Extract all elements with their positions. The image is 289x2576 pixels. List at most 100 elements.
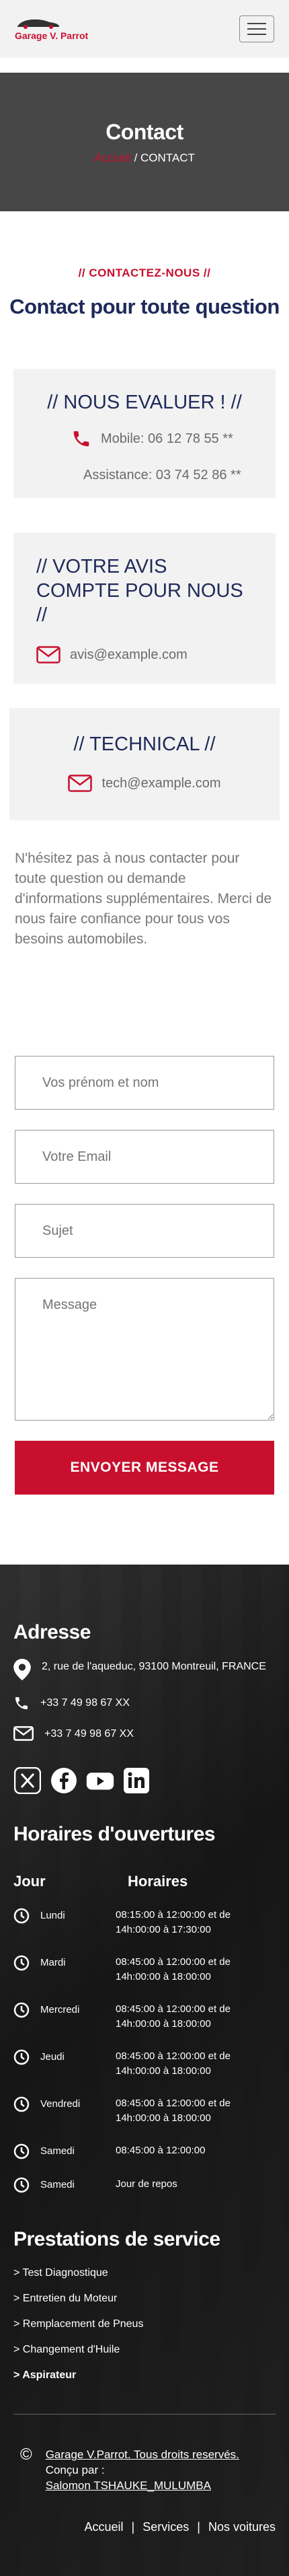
clock-icon: [13, 1908, 30, 1924]
site-logo[interactable]: Garage V. Parrot: [15, 17, 88, 41]
hours-row: Mardi 08:45:00 à 12:00:00 et de 14h:00:00…: [13, 1955, 276, 1984]
message-textarea[interactable]: [15, 1278, 274, 1421]
footer-link-nos-voitures[interactable]: Nos voitures: [208, 2520, 276, 2534]
hours-day-cell: Mardi: [13, 1955, 116, 1971]
hours-col-day: Jour: [13, 1873, 46, 1890]
youtube-icon[interactable]: [86, 1766, 114, 1795]
hours-row: Mercredi 08:45:00 à 12:00:00 et de 14h:00…: [13, 2002, 276, 2032]
service-item[interactable]: > Test Diagnostique: [13, 2267, 276, 2279]
hours-row: Lundi 08:15:00 à 12:00:00 et de 14h:00:00…: [13, 1908, 276, 1937]
phone-row: +33 7 49 98 67 XX: [13, 1695, 276, 1711]
address-text: 2, rue de l'aqueduc, 93100 Montreuil, FR…: [42, 1661, 266, 1672]
feedback-card: // VOTRE AVIS COMPTE POUR NOUS // avis@e…: [13, 533, 276, 684]
technical-email-link[interactable]: tech@example.com: [101, 776, 220, 791]
clock-icon: [13, 2049, 30, 2065]
send-message-button[interactable]: ENVOYER MESSAGE: [15, 1441, 274, 1495]
service-item[interactable]: > Remplacement de Pneus: [13, 2318, 276, 2330]
linkedin-icon[interactable]: [122, 1766, 151, 1795]
hours-day-cell: Samedi: [13, 2177, 116, 2193]
feedback-email-link[interactable]: avis@example.com: [70, 647, 188, 663]
hours-table-header: Jour Horaires: [13, 1873, 276, 1890]
designer-link[interactable]: Salomon TSHAUKE_MULUMBA: [46, 2479, 211, 2492]
page-banner: Contact Accueil / CONTACT: [0, 73, 289, 211]
clock-icon: [13, 2177, 30, 2193]
service-item[interactable]: > Aspirateur: [13, 2369, 276, 2382]
name-input[interactable]: [15, 1056, 274, 1110]
hours-row: Samedi 08:45:00 à 12:00:00: [13, 2143, 276, 2159]
clock-icon: [13, 1955, 30, 1971]
technical-email-row: tech@example.com: [23, 775, 266, 792]
hours-day-cell: Jeudi: [13, 2049, 116, 2065]
hours-time: 08:45:00 à 12:00:00 et de 14h:00:00 à 18…: [116, 2098, 231, 2124]
footer-link-accueil[interactable]: Accueil: [85, 2520, 124, 2534]
service-item[interactable]: > Changement d'Huile: [13, 2344, 276, 2356]
social-links: [13, 1766, 276, 1795]
assistance-row: Assistance: 03 74 52 86 **: [27, 468, 262, 483]
envelope-icon: [68, 775, 93, 792]
hours-row: Jeudi 08:45:00 à 12:00:00 et de 14h:00:00…: [13, 2049, 276, 2079]
assistance-number: Assistance: 03 74 52 86 **: [83, 468, 241, 482]
envelope-icon: [13, 1726, 34, 1741]
hours-time: Jour de repos: [116, 2178, 177, 2190]
car-logo-icon: [17, 19, 59, 29]
breadcrumb-home-link[interactable]: Accueil: [94, 151, 131, 164]
contact-heading: // CONTACTEZ-NOUS // Contact pour toute …: [0, 211, 289, 319]
hours-day: Jeudi: [40, 2051, 65, 2063]
address-row: 2, rue de l'aqueduc, 93100 Montreuil, FR…: [13, 1659, 276, 1680]
hours-day: Mercredi: [40, 2004, 80, 2015]
facebook-icon[interactable]: [50, 1766, 78, 1795]
hours-row: Samedi Jour de repos: [13, 2177, 276, 2193]
clock-icon: [13, 2096, 30, 2112]
hours-time: 08:15:00 à 12:00:00 et de 14h:00:00 à 17…: [116, 1909, 231, 1935]
top-navbar: Garage V. Parrot: [0, 0, 289, 58]
subject-input[interactable]: [15, 1204, 274, 1258]
hours-day: Samedi: [40, 2179, 75, 2190]
hours-day: Lundi: [40, 1910, 65, 1921]
phone-text: +33 7 49 98 67 XX: [40, 1697, 130, 1709]
hours-day-cell: Lundi: [13, 1908, 116, 1924]
mobile-number: Mobile: 06 12 78 55 **: [101, 431, 233, 446]
section-kicker: // CONTACTEZ-NOUS //: [78, 266, 211, 279]
footer-nav: Accueil | Services | Nos voitures: [13, 2520, 276, 2576]
services-list: > Test Diagnostique > Entretien du Moteur…: [13, 2267, 276, 2382]
feedback-card-title: // VOTRE AVIS COMPTE POUR NOUS //: [36, 556, 243, 626]
site-footer: Adresse 2, rue de l'aqueduc, 93100 Montr…: [0, 1565, 289, 2576]
service-item[interactable]: > Entretien du Moteur: [13, 2293, 276, 2305]
email-input[interactable]: [15, 1130, 274, 1184]
evaluate-card-title: // NOUS EVALUER ! //: [47, 392, 242, 413]
hours-day-cell: Mercredi: [13, 2002, 116, 2018]
clock-icon: [13, 2002, 30, 2018]
menu-toggle-button[interactable]: [239, 15, 274, 42]
hours-day-cell: Samedi: [13, 2143, 116, 2159]
contact-form: ENVOYER MESSAGE: [15, 1056, 274, 1495]
copyright-link[interactable]: Garage V.Parrot. Tous droits reservés.: [46, 2448, 239, 2461]
copyright-block: © Garage V.Parrot. Tous droits reservés.…: [13, 2447, 276, 2493]
address-heading: Adresse: [13, 1621, 91, 1643]
services-heading: Prestations de service: [13, 2228, 220, 2250]
hours-day: Samedi: [40, 2145, 75, 2157]
phone-icon: [15, 1697, 28, 1709]
hours-day: Mardi: [40, 1957, 66, 1968]
clock-icon: [13, 2143, 30, 2159]
breadcrumb: Accueil / CONTACT: [94, 151, 195, 165]
hamburger-icon: [247, 23, 266, 24]
hours-heading: Horaires d'ouvertures: [13, 1823, 216, 1845]
section-title: Contact pour toute question: [9, 295, 280, 318]
breadcrumb-current: CONTACT: [140, 151, 195, 164]
intro-paragraph: N'hésitez pas à nous contacter pour tout…: [15, 851, 272, 947]
footer-link-separator: |: [197, 2520, 200, 2534]
hours-time: 08:45:00 à 12:00:00 et de 14h:00:00 à 18…: [116, 2003, 231, 2030]
envelope-icon: [36, 646, 60, 664]
technical-card-title: // TECHNICAL //: [73, 734, 216, 755]
email-text: +33 7 49 98 67 XX: [44, 1728, 134, 1740]
hours-row: Vendredi 08:45:00 à 12:00:00 et de 14h:00…: [13, 2096, 276, 2126]
phone-icon: [73, 431, 89, 447]
technical-card: // TECHNICAL // tech@example.com: [9, 708, 280, 820]
hours-day: Vendredi: [40, 2098, 81, 2110]
footer-link-services[interactable]: Services: [142, 2520, 189, 2534]
mobile-row: Mobile: 06 12 78 55 **: [27, 429, 262, 449]
x-icon[interactable]: [13, 1766, 42, 1795]
page-title: Contact: [106, 119, 183, 144]
feedback-email-row: avis@example.com: [36, 646, 253, 664]
designed-by-label: Conçu par :: [45, 2464, 105, 2476]
